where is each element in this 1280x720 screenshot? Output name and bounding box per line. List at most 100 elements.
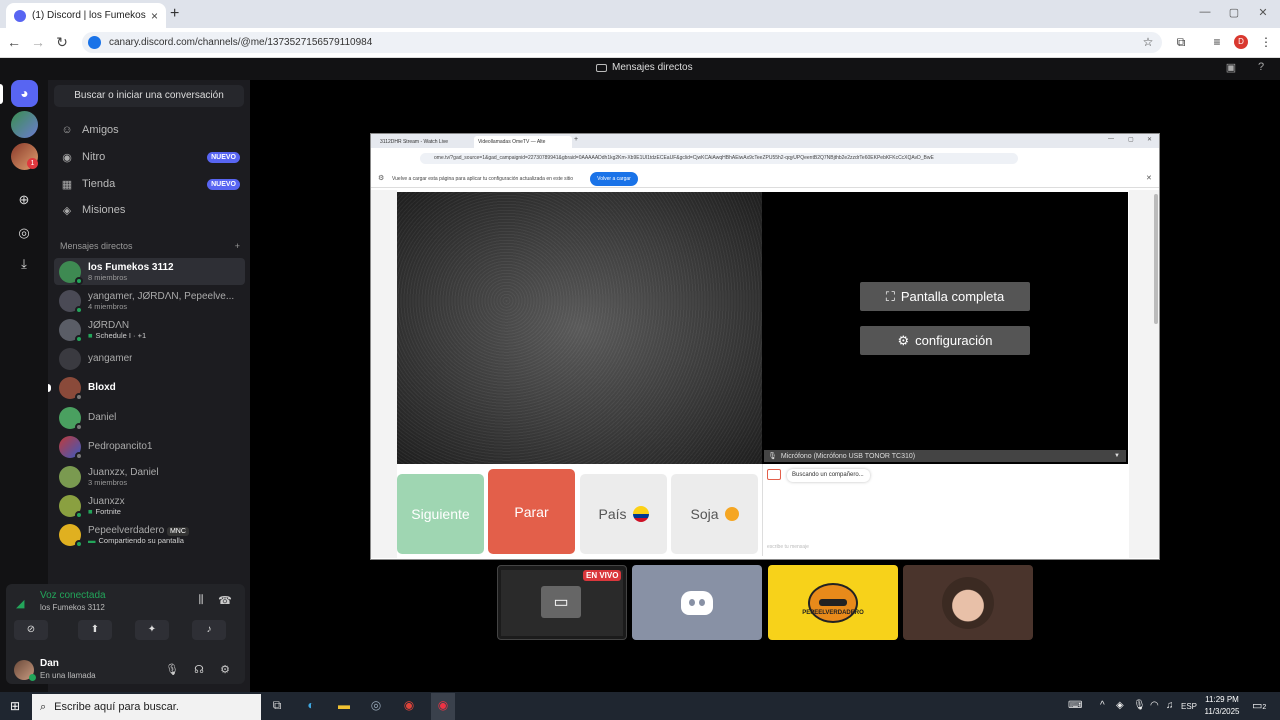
keyboard-icon[interactable]: ⌨ — [1068, 700, 1082, 711]
microphone-icon[interactable]: 🎙 — [165, 663, 179, 676]
new-tab-button[interactable]: + — [170, 5, 184, 23]
download-icon[interactable]: ⤓ — [17, 256, 31, 272]
dm-name: Bloxd — [88, 382, 116, 393]
participant-tile[interactable] — [632, 565, 762, 640]
settings-icon[interactable]: ⚙ — [218, 663, 232, 676]
browser-tab-bar — [0, 0, 1280, 28]
chrome-canary-icon[interactable]: ◉ — [434, 698, 452, 714]
profile-avatar[interactable]: D — [1234, 35, 1248, 49]
network-icon[interactable]: ◠ — [1150, 700, 1159, 711]
notification-icon[interactable]: ▭2 — [1252, 699, 1266, 712]
new-badge: NUEVO — [207, 151, 240, 163]
shared-tab-active: Videollamadas OmeTV — Alte — [474, 136, 572, 148]
voice-channel[interactable]: los Fumekos 3112 — [40, 603, 105, 612]
noise-suppression-icon[interactable]: ⫼ — [193, 594, 209, 607]
tab-close-icon[interactable]: × — [151, 9, 158, 23]
language-indicator[interactable]: ESP — [1181, 702, 1197, 711]
participant-tile[interactable] — [903, 565, 1033, 640]
back-icon[interactable]: ← — [6, 34, 22, 50]
bookmark-star-icon[interactable]: ☆ — [1140, 35, 1156, 49]
browser-tab[interactable]: (1) Discord | los Fumekos 3 × — [6, 3, 166, 28]
dm-item[interactable]: Pedropancito1 — [54, 433, 245, 460]
dm-item[interactable]: yangamer — [54, 345, 245, 372]
shared-minimize-icon: — — [1108, 136, 1114, 142]
signal-icon: ◢ — [16, 598, 25, 610]
dm-item[interactable]: Juanxzx ■ Fortnite — [54, 492, 245, 519]
dm-item[interactable]: Bloxd — [54, 374, 245, 401]
tray-overflow-icon[interactable]: ^ — [1100, 700, 1105, 711]
chrome-icon[interactable]: ◉ — [400, 698, 418, 714]
url-field[interactable]: canary.discord.com/channels/@me/13735271… — [82, 32, 1162, 53]
discover-icon[interactable]: ◎ — [17, 225, 31, 241]
menu-icon[interactable]: ⋮ — [1258, 35, 1274, 49]
shared-tab: 3112DHR Stream - Watch Live — [380, 139, 449, 145]
server-icon[interactable] — [11, 111, 38, 138]
guild-tag: MNC — [166, 526, 189, 536]
gender-button: Soja — [671, 474, 758, 554]
shared-new-tab-icon: + — [574, 136, 579, 143]
help-icon[interactable]: ? — [1254, 61, 1268, 75]
screen-share-icon: ▬ — [88, 535, 96, 545]
avatar — [59, 347, 81, 370]
next-button: Siguiente — [397, 474, 484, 554]
dm-item[interactable]: JØRDΛN ■ Schedule I · +1 — [54, 316, 245, 343]
steam-icon[interactable]: ◎ — [367, 698, 385, 714]
activities-button[interactable]: ✦ — [135, 620, 169, 640]
nav-shop[interactable]: ▦ Tienda NUEVO — [60, 173, 240, 195]
taskbar-search[interactable]: ⌕ Escribe aquí para buscar. — [32, 694, 261, 720]
create-dm-icon[interactable]: + — [235, 241, 240, 251]
clock[interactable]: 11:29 PM 11/3/2025 — [1200, 694, 1244, 718]
dm-item[interactable]: yangamer, JØRDΛN, Pepeelve... 4 miembros — [54, 287, 245, 314]
tray-app-icon[interactable]: ◈ — [1116, 700, 1124, 711]
dm-name: yangamer, JØRDΛN, Pepeelve... — [88, 290, 235, 302]
nav-friends[interactable]: ☺ Amigos — [60, 119, 240, 141]
maximize-icon[interactable]: ▢ — [1227, 6, 1241, 19]
camera-off-button[interactable]: ⊘ — [14, 620, 48, 640]
file-explorer-icon[interactable]: ▬ — [335, 698, 353, 714]
forward-icon[interactable]: → — [30, 34, 46, 50]
gear-icon: ⚙ — [897, 332, 910, 348]
windows-start-icon[interactable]: ⊞ — [10, 699, 20, 713]
screen-share-icon: ▭ — [541, 586, 581, 618]
discord-home-icon[interactable]: ◕ — [11, 80, 38, 107]
minimize-icon[interactable]: — — [1198, 6, 1212, 18]
disconnect-icon[interactable]: ☎ — [217, 594, 233, 607]
task-view-icon[interactable]: ⧉ — [268, 698, 286, 714]
dm-section-header: Mensajes directos + — [60, 241, 240, 251]
avatar — [59, 376, 83, 401]
country-label: País — [598, 506, 627, 522]
settings-button: ⚙ configuración — [860, 326, 1030, 355]
tray-mic-icon[interactable]: 🎙 — [1133, 700, 1146, 711]
dm-item[interactable]: Pepeelverdadero MNC ▬ Compartiendo su pant… — [54, 521, 245, 548]
edge-icon[interactable]: ◐ — [302, 698, 320, 714]
dm-item[interactable]: los Fumekos 3112 8 miembros — [54, 258, 245, 285]
voice-status[interactable]: Voz conectada — [40, 590, 106, 601]
nav-nitro[interactable]: ◉ Nitro NUEVO — [60, 146, 240, 168]
mic-select: 🎙 Micrófono (Micrófono USB TONOR TC310) … — [764, 450, 1126, 462]
participant-tile[interactable]: PEPEELVERDADERO — [768, 565, 898, 640]
nav-label: Tienda — [82, 178, 116, 190]
volume-icon[interactable]: ♫ — [1166, 700, 1174, 711]
headphones-icon[interactable]: ☊ — [192, 663, 206, 676]
nav-label: Misiones — [82, 204, 126, 216]
clock-date: 11/3/2025 — [1204, 707, 1240, 716]
dm-sub: Schedule I · +1 — [95, 330, 147, 340]
shared-close-icon: ✕ — [1147, 137, 1153, 143]
soundboard-button[interactable]: ♪ — [192, 620, 226, 640]
dm-name: Juanxzx — [88, 495, 125, 507]
reload-icon[interactable]: ↻ — [54, 34, 70, 51]
site-info-icon[interactable] — [88, 36, 101, 49]
dm-item[interactable]: Juanxzx, Daniel 3 miembros — [54, 463, 245, 490]
close-window-icon[interactable]: ✕ — [1256, 6, 1270, 19]
install-app-icon[interactable]: ⧉ — [1173, 35, 1189, 50]
share-screen-button[interactable]: ⬆ — [78, 620, 112, 640]
fullscreen-button: ⛶ Pantalla completa — [860, 282, 1030, 311]
dm-item[interactable]: Daniel — [54, 404, 245, 431]
dm-sub: Fortnite — [95, 506, 121, 516]
inbox-icon[interactable]: ▣ — [1224, 61, 1238, 75]
search-button[interactable]: Buscar o iniciar una conversación — [54, 85, 244, 107]
user-name[interactable]: Dan — [40, 658, 59, 669]
media-icon[interactable]: ≡ — [1209, 35, 1225, 49]
nav-quests[interactable]: ◈ Misiones — [60, 199, 240, 221]
add-server-icon[interactable]: ⊕ — [17, 192, 31, 208]
